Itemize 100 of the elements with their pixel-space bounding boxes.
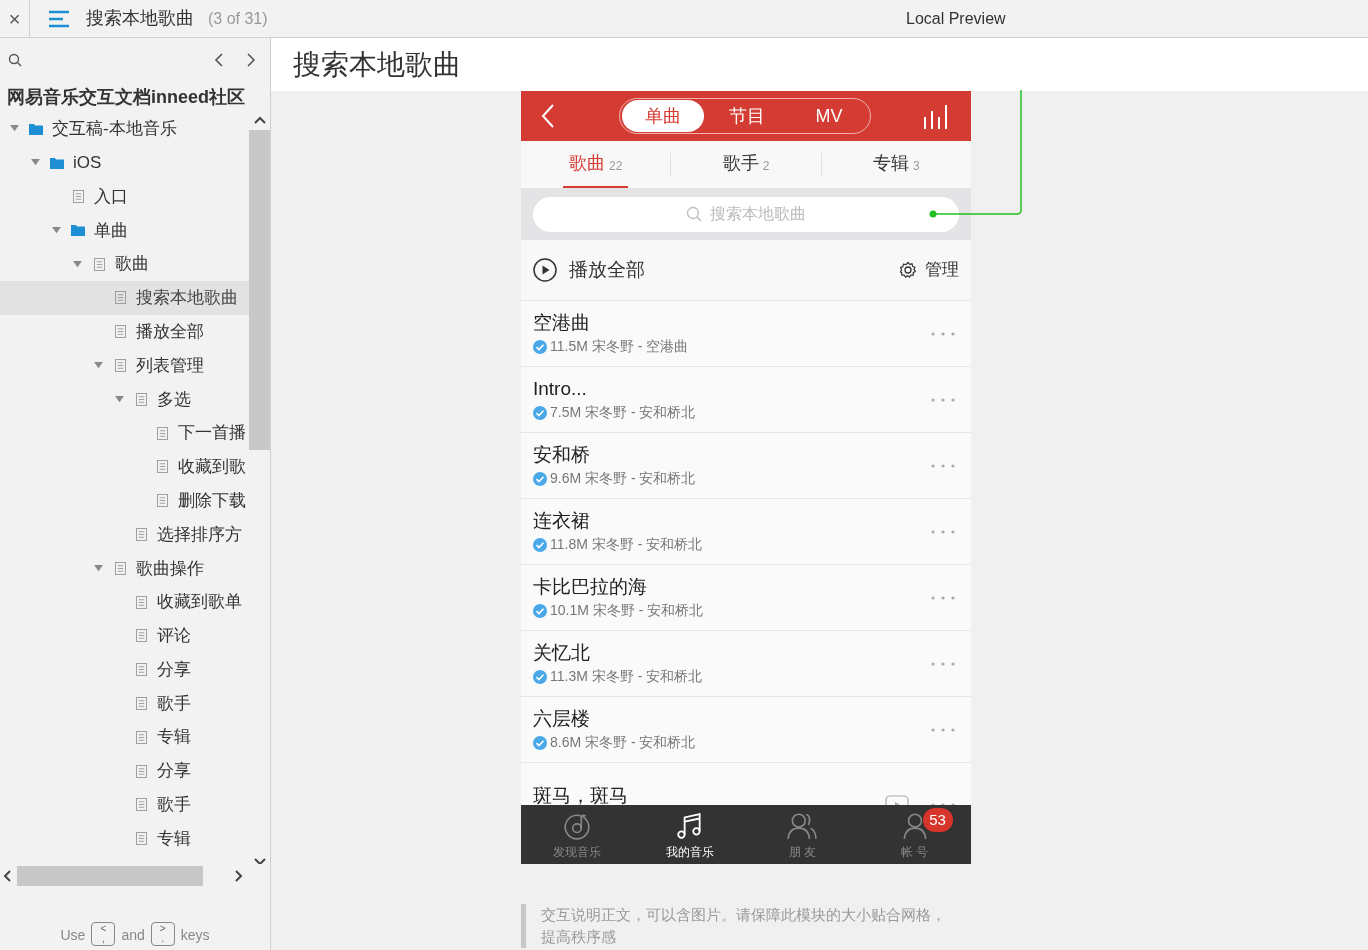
page-icon [135,527,147,541]
more-icon[interactable] [931,595,955,600]
segment-tab[interactable]: 单曲 [622,100,704,132]
play-all-button[interactable]: 播放全部 [569,255,645,285]
more-icon[interactable] [931,727,955,732]
page-counter: (3 of 31) [208,8,268,29]
tree-label: 入口 [94,185,128,208]
tree-item[interactable]: 歌手 [0,787,250,822]
tab-bar-item[interactable]: 帐 号 53 [858,805,971,864]
scroll-right-icon[interactable] [235,870,243,882]
tree-item[interactable]: 分享 [0,652,250,687]
tree-item[interactable]: 分享 [0,754,250,788]
tree-item[interactable]: 搜索本地歌曲 [0,281,250,315]
page-icon [135,798,147,812]
tree-label: 收藏到歌单 [157,591,242,614]
tree-item[interactable]: 歌手 [0,686,250,721]
page-icon [135,595,147,609]
page-icon [135,730,147,744]
scrollbar-thumb[interactable] [249,130,270,450]
expanded-arrow-icon[interactable] [114,395,124,403]
tree-label: 列表管理 [136,354,204,377]
expanded-arrow-icon[interactable] [30,159,40,167]
song-title: 卡比巴拉的海 [533,575,648,599]
song-title: 斑马，斑马 [533,783,629,805]
tab-bar-item[interactable]: 我的音乐 [633,805,746,864]
tree-label: 选择排序方 [157,523,242,546]
tree-item[interactable]: 评论 [0,618,250,653]
tree-item[interactable]: 专辑 [0,821,250,856]
tree-label: 评论 [157,625,191,648]
tree-item[interactable]: 播放全部 [0,314,250,349]
tree-item[interactable]: 单曲 [0,213,250,248]
tab-bar-item[interactable]: 发现音乐 [521,805,634,864]
tree-item[interactable]: 歌曲 [0,247,250,281]
folder-icon [29,122,43,135]
scroll-left-icon[interactable] [3,870,11,882]
page-icon [156,494,168,508]
tree-label: 收藏到歌 [178,456,246,479]
tree-item[interactable]: 删除下载 [0,483,250,518]
page-icon [156,426,168,440]
footer-text: keys [180,926,210,945]
expanded-arrow-icon[interactable] [93,361,103,369]
subtab[interactable]: 歌手 2 [716,141,776,188]
keyboard-key: > . [150,922,175,946]
tree-label: 交互稿-本地音乐 [52,118,177,141]
more-icon[interactable] [931,661,955,666]
tree-item[interactable]: 多选 [0,382,250,417]
more-icon[interactable] [931,529,955,534]
play-icon[interactable] [533,258,557,282]
disc-icon [562,811,593,841]
more-icon[interactable] [931,463,955,468]
tree-label: 专辑 [157,827,191,850]
tree-item[interactable]: 选择排序方 [0,517,250,552]
settings-icon[interactable] [899,261,917,279]
page-icon [135,629,147,643]
tree-item[interactable]: 列表管理 [0,348,250,383]
page-icon [114,358,126,372]
tree-item[interactable]: iOS [0,145,250,180]
more-icon[interactable] [931,331,955,336]
preview-label: Local Preview [906,8,1006,29]
tree-item[interactable]: 收藏到歌 [0,449,250,484]
menu-icon[interactable] [48,9,70,28]
previous-icon[interactable] [214,52,224,68]
subtab[interactable]: 专辑 3 [866,141,926,188]
scroll-down-icon[interactable] [254,858,266,864]
expanded-arrow-icon[interactable] [93,564,103,572]
song-meta: 8.6M 宋冬野 - 安和桥北 [550,733,696,752]
next-icon[interactable] [246,52,256,68]
page-icon [93,257,105,271]
manage-button[interactable]: 管理 [925,257,959,283]
segment-tab[interactable]: MV [788,100,870,132]
song-title: Intro... [533,377,588,401]
tree-item[interactable]: 歌曲操作 [0,551,250,586]
tree-item[interactable]: 专辑 [0,720,250,755]
project-title: 网易音乐交互文档inneed社区 [6,85,246,109]
scrollbar-thumb[interactable] [17,866,203,886]
page-icon [114,561,126,575]
expanded-arrow-icon[interactable] [72,260,82,268]
content-title: 搜索本地歌曲 [293,47,461,82]
tree-item[interactable]: 收藏到歌单 [0,585,250,619]
tree-label: 歌手 [157,692,191,715]
tree-item[interactable]: 下一首播 [0,416,250,450]
more-icon[interactable] [931,397,955,402]
tree-label: 单曲 [94,219,128,242]
song-title: 连衣裙 [533,509,591,533]
search-icon[interactable] [8,53,22,67]
search-placeholder: 搜索本地歌曲 [710,204,806,224]
close-button[interactable]: × [0,0,30,37]
expanded-arrow-icon[interactable] [9,125,19,133]
tab-bar-item[interactable]: 朋 友 [746,805,859,864]
tree-item[interactable]: 入口 [0,179,250,214]
tree-item[interactable]: 交互稿-本地音乐 [0,112,250,146]
tree-label: 搜索本地歌曲 [136,287,238,310]
note-text: 交互说明正文，可以含图片。请保障此模块的大小贴合网格，提高秩序感 [541,905,947,947]
folder-icon [71,224,85,237]
expanded-arrow-icon[interactable] [51,226,61,234]
scroll-up-icon[interactable] [254,116,266,124]
page-icon [114,291,126,305]
song-title: 六层楼 [533,707,591,731]
segment-tab[interactable]: 节目 [706,100,788,132]
back-icon[interactable] [541,103,555,129]
